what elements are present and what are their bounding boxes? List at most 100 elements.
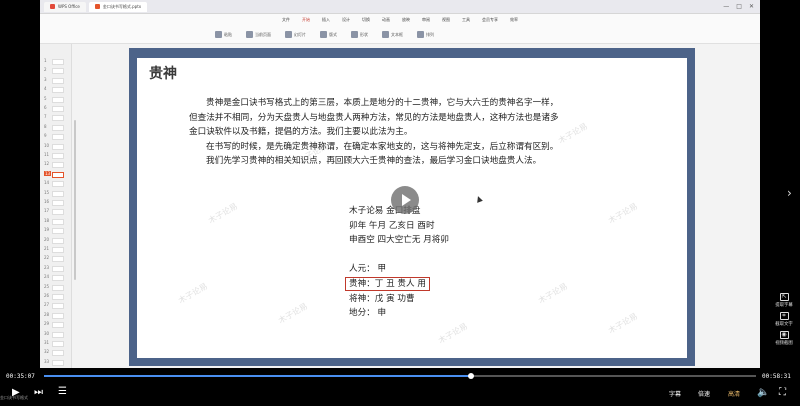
side-tool-panel: ⇱ 提取字幕 ⌗ 截取文字 ◉ 视频截图	[769, 293, 799, 346]
slide-thumbnail[interactable]: 8	[44, 124, 68, 132]
current-page-button[interactable]: 当前页面	[241, 31, 276, 38]
slide-thumbnail[interactable]: 21	[44, 246, 68, 254]
slide-thumbnail[interactable]: 23	[44, 265, 68, 273]
slide-thumbnail[interactable]: 12	[44, 161, 68, 169]
progress-bar[interactable]	[44, 373, 756, 379]
slide-thumbnail[interactable]: 9	[44, 133, 68, 141]
next-chevron-icon[interactable]: ›	[787, 186, 792, 200]
slide-thumbnail[interactable]: 26	[44, 293, 68, 301]
menu-home[interactable]: 开始	[302, 17, 310, 23]
center-play-button[interactable]	[391, 186, 419, 214]
close-icon[interactable]: ✕	[749, 3, 754, 10]
capture-text-button[interactable]: ⌗ 截取文字	[769, 312, 799, 327]
slide-thumbnail[interactable]: 29	[44, 321, 68, 329]
chart-datetime: 卯年 午月 乙亥日 酉时	[349, 220, 435, 231]
thumbnail-number: 7	[44, 114, 47, 120]
thumbnail-number: 20	[44, 236, 50, 242]
speed-button[interactable]: 倍速	[698, 389, 710, 398]
slide-thumbnail[interactable]: 1	[44, 58, 68, 66]
slide-thumbnail[interactable]: 18	[44, 218, 68, 226]
slide-canvas: 木子论易 木子论易 木子论易 木子论易 木子论易 木子论易 木子论易 木子论易 木子论易 贵神 …	[129, 48, 695, 366]
menu-review[interactable]: 审阅	[422, 17, 430, 23]
slide-thumbnail[interactable]: 15	[44, 190, 68, 198]
screen-recording: WPS Office 金口诀书写格式.pptx — □ ✕ 文件 开始 插入 设…	[40, 0, 760, 368]
slide-thumbnail[interactable]: 14	[44, 180, 68, 188]
slide-thumbnail[interactable]: 22	[44, 255, 68, 263]
ribbon-toolbar: 粘贴 当前页面 幻灯片 版式 形状 文本框 排列	[40, 26, 760, 44]
slide-thumbnail[interactable]: 11	[44, 152, 68, 160]
thumbnail-preview	[52, 124, 64, 131]
layout-button[interactable]: 版式	[315, 31, 342, 38]
slide-thumbnail[interactable]: 10	[44, 143, 68, 151]
slide-thumbnail[interactable]: 32	[44, 349, 68, 357]
slide-thumbnail[interactable]: 20	[44, 237, 68, 245]
text-capture-icon: ⌗	[779, 312, 789, 320]
tab-wps-home[interactable]: WPS Office	[44, 1, 86, 12]
slide-thumbnail[interactable]: 4	[44, 86, 68, 94]
tab-document[interactable]: 金口诀书写格式.pptx	[88, 1, 148, 12]
menu-animation[interactable]: 动画	[382, 17, 390, 23]
slide-thumbnail[interactable]: 19	[44, 227, 68, 235]
slide-thumbnail[interactable]: 31	[44, 340, 68, 348]
subtitle-button[interactable]: 字幕	[669, 389, 681, 398]
thumbnail-number: 11	[44, 152, 50, 157]
menu-efficiency[interactable]: 效率	[510, 17, 518, 23]
chart-difen: 地分： 申	[349, 308, 387, 319]
slide-thumbnail[interactable]: 28	[44, 312, 68, 320]
thumbnail-preview	[52, 303, 64, 310]
thumbnail-preview	[52, 350, 64, 357]
slide-button[interactable]: 幻灯片	[280, 31, 311, 38]
minimize-icon[interactable]: —	[723, 3, 729, 10]
playlist-icon[interactable]: ☰	[58, 387, 67, 397]
chart-header: 木子论易 金口排盘	[349, 206, 421, 216]
slide-thumbnail[interactable]: 17	[44, 208, 68, 216]
thumbnail-scrollbar[interactable]	[74, 120, 76, 280]
menu-tools[interactable]: 工具	[462, 17, 470, 23]
next-track-icon[interactable]: ⏭	[34, 388, 43, 398]
subtitle-extract-icon: ⇱	[779, 293, 789, 301]
volume-icon[interactable]: 🔈	[757, 388, 769, 398]
menu-file[interactable]: 文件	[282, 17, 290, 23]
textbox-button[interactable]: 文本框	[377, 31, 408, 38]
slide-thumbnail[interactable]: 24	[44, 274, 68, 282]
menu-transition[interactable]: 切换	[362, 17, 370, 23]
play-icon[interactable]: ▶	[12, 388, 20, 398]
fullscreen-icon[interactable]: ⛶	[779, 388, 786, 398]
quality-button[interactable]: 高清	[728, 389, 740, 398]
thumbnail-preview	[52, 190, 64, 197]
thumbnail-number: 15	[44, 189, 50, 195]
slide-thumbnail[interactable]: 2	[44, 67, 68, 75]
slide-thumbnail[interactable]: 25	[44, 284, 68, 292]
slide-thumbnail[interactable]: 7	[44, 114, 68, 122]
textbox-icon	[382, 31, 389, 38]
current-time: 00:35:07	[6, 373, 35, 380]
slide-thumbnail[interactable]: 6	[44, 105, 68, 113]
extract-subtitle-button[interactable]: ⇱ 提取字幕	[769, 293, 799, 308]
slide-thumbnail[interactable]: 3	[44, 77, 68, 85]
maximize-icon[interactable]: □	[736, 3, 742, 10]
thumbnail-number: 6	[44, 105, 47, 110]
page-icon	[246, 31, 253, 38]
menu-slideshow[interactable]: 放映	[402, 17, 410, 23]
menu-view[interactable]: 视图	[442, 17, 450, 23]
progress-handle[interactable]	[468, 373, 475, 379]
slide-thumbnail[interactable]: 16	[44, 199, 68, 207]
arrange-button[interactable]: 排列	[412, 31, 439, 38]
slide-thumbnail[interactable]: 5	[44, 96, 68, 104]
thumbnail-preview	[52, 181, 64, 188]
paste-button[interactable]: 粘贴	[210, 31, 237, 38]
shape-button[interactable]: 形状	[346, 31, 373, 38]
slide-thumbnail[interactable]: 13	[44, 170, 68, 179]
chart-jiangshen: 将神：戊 寅 功曹	[349, 293, 415, 304]
menu-member[interactable]: 会员专享	[482, 17, 498, 23]
watermark-text: 木子论易	[436, 321, 470, 346]
player-controls: ▶ ⏭ ☰ 金口诀书写格式 字幕 倍速 高清 🔈 ⛶	[0, 384, 800, 406]
slide-thumbnail[interactable]: 33	[44, 359, 68, 367]
video-screenshot-button[interactable]: ◉ 视频截图	[769, 331, 799, 346]
slide-thumbnail[interactable]: 27	[44, 302, 68, 310]
menu-insert[interactable]: 插入	[322, 17, 330, 23]
thumbnail-number: 3	[44, 76, 47, 82]
slide-thumbnail[interactable]: 30	[44, 331, 68, 339]
menu-design[interactable]: 设计	[342, 17, 350, 23]
thumbnail-preview	[52, 59, 64, 65]
